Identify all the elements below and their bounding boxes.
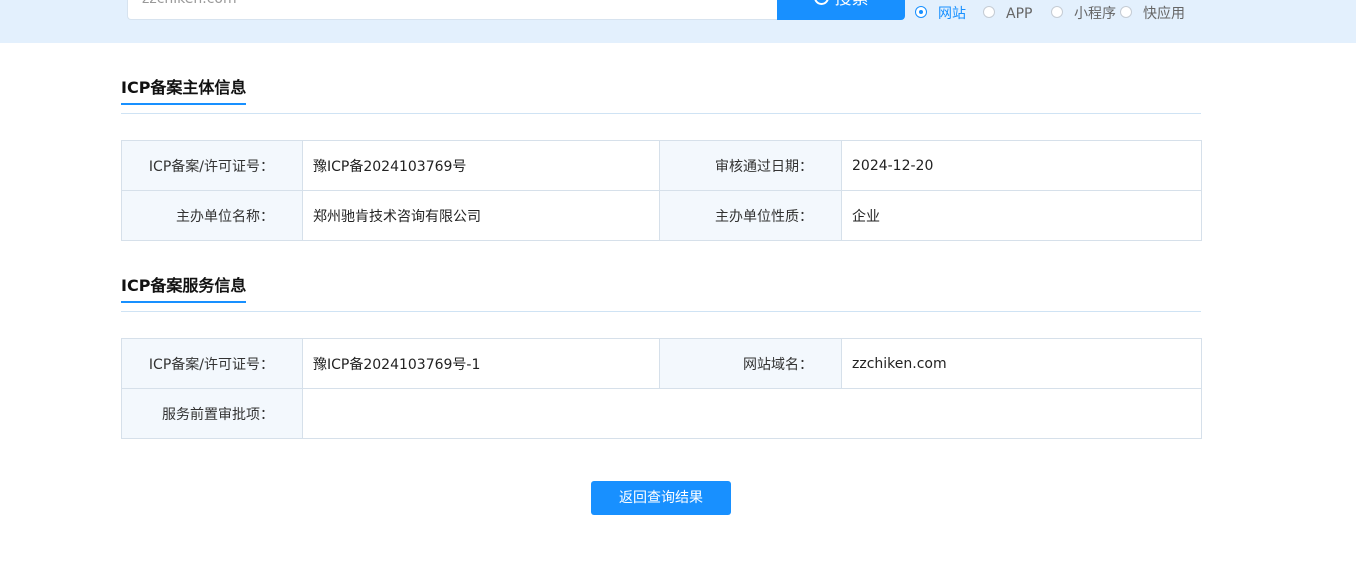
approval-date-value: 2024-12-20: [841, 140, 1202, 191]
radio-label: 快应用: [1143, 6, 1185, 22]
domain-value: zzchiken.com: [841, 338, 1202, 389]
organizer-name-label: 主办单位名称：: [121, 190, 303, 241]
service-license-label: ICP备案/许可证号：: [121, 338, 303, 389]
table-row: ICP备案/许可证号： 豫ICP备2024103769号 审核通过日期： 202…: [121, 140, 1202, 191]
radio-label: 小程序: [1074, 6, 1116, 22]
organizer-type-label: 主办单位性质：: [659, 190, 842, 241]
pre-approval-value: [302, 388, 1202, 439]
domain-label: 网站域名：: [659, 338, 842, 389]
radio-icon: [983, 6, 995, 18]
service-info-title: ICP备案服务信息: [121, 276, 247, 303]
subject-info-title: ICP备案主体信息: [121, 78, 247, 105]
section-divider: [121, 113, 1201, 114]
radio-label: 网站: [938, 6, 966, 22]
radio-icon: [1120, 6, 1132, 18]
service-license-value: 豫ICP备2024103769号-1: [302, 338, 660, 389]
service-info-table: ICP备案/许可证号： 豫ICP备2024103769号-1 网站域名： zzc…: [121, 338, 1202, 439]
organizer-name-value: 郑州驰肯技术咨询有限公司: [302, 190, 660, 241]
search-button-label: 搜索: [835, 0, 869, 9]
license-label: ICP备案/许可证号：: [121, 140, 303, 191]
table-row: 服务前置审批项：: [121, 388, 1202, 439]
back-to-results-button[interactable]: 返回查询结果: [591, 481, 731, 515]
organizer-type-value: 企业: [841, 190, 1202, 241]
radio-icon: [915, 6, 927, 18]
search-icon: [813, 0, 829, 5]
radio-icon: [1051, 6, 1063, 18]
search-bar-area: 搜索 网站 APP 小程序 快应用: [0, 0, 1356, 43]
license-value: 豫ICP备2024103769号: [302, 140, 660, 191]
subject-info-table: ICP备案/许可证号： 豫ICP备2024103769号 审核通过日期： 202…: [121, 140, 1202, 241]
table-row: ICP备案/许可证号： 豫ICP备2024103769号-1 网站域名： zzc…: [121, 338, 1202, 389]
section-divider: [121, 311, 1201, 312]
search-input[interactable]: [127, 0, 777, 20]
search-button[interactable]: 搜索: [777, 0, 905, 20]
pre-approval-label: 服务前置审批项：: [121, 388, 303, 439]
radio-label: APP: [1006, 6, 1033, 22]
approval-date-label: 审核通过日期：: [659, 140, 842, 191]
table-row: 主办单位名称： 郑州驰肯技术咨询有限公司 主办单位性质： 企业: [121, 190, 1202, 241]
